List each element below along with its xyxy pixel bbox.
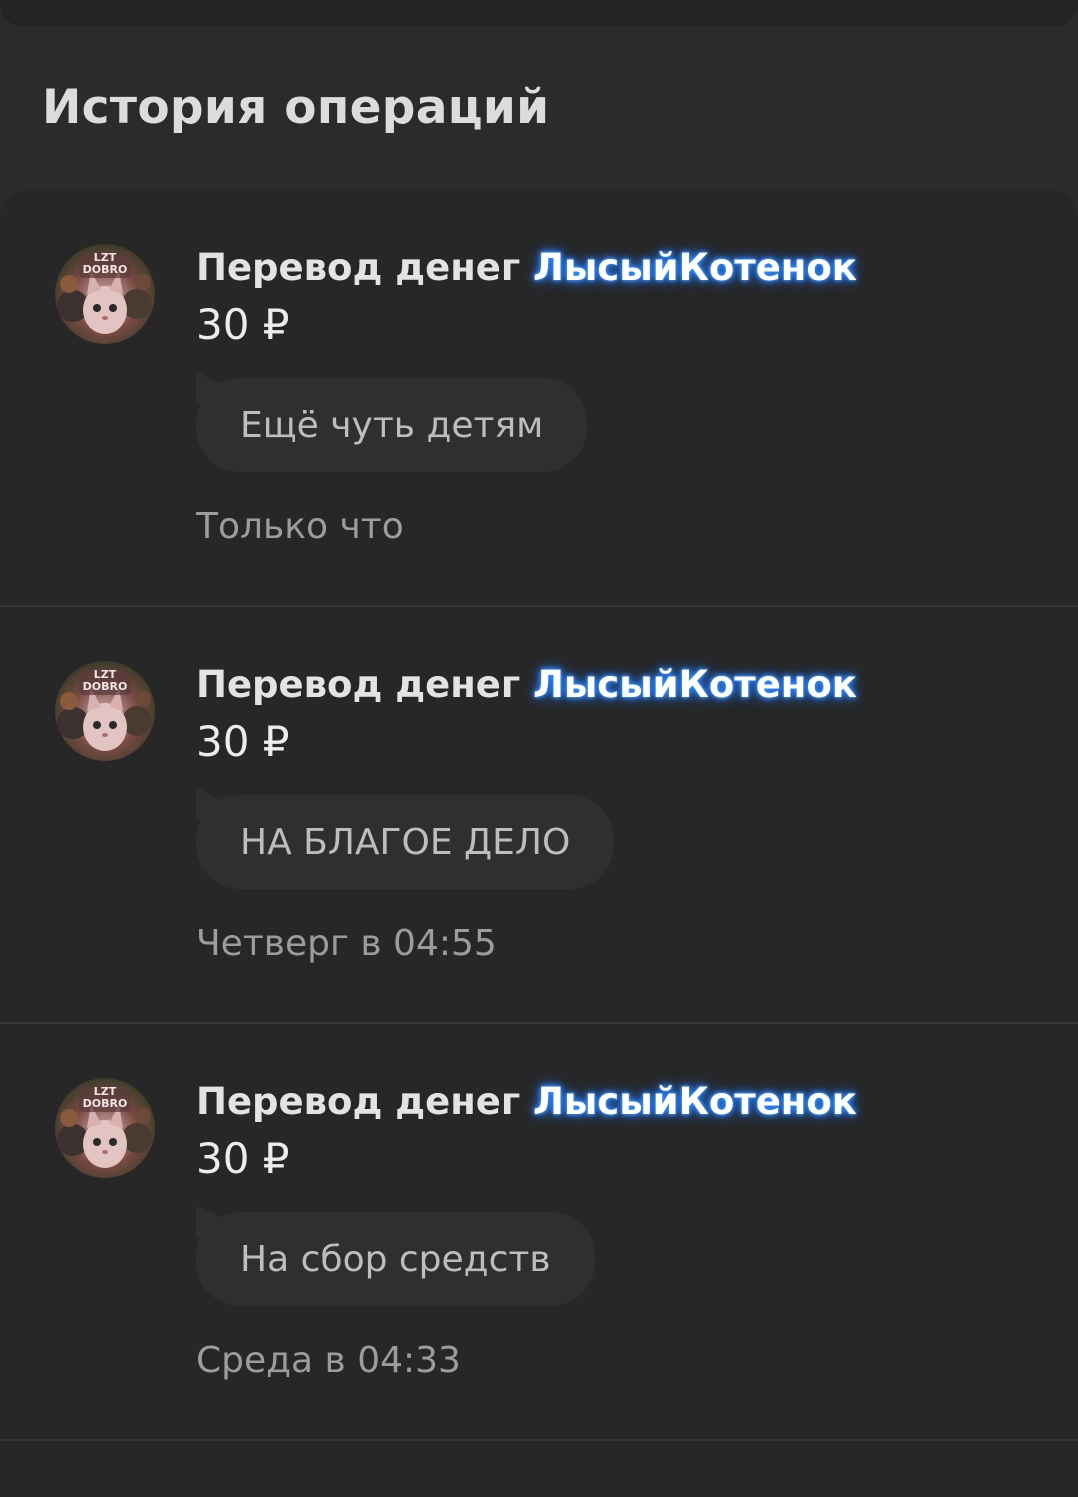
operation-item[interactable]: LZT DOBRO Перевод денег ЛысыйКотенок 30 … <box>0 190 1078 607</box>
section-title: История операций <box>42 80 550 135</box>
avatar-logo-text: LZT DOBRO <box>82 251 128 276</box>
operation-time: Среда в 04:33 <box>196 1340 461 1381</box>
avatar-logo-text: LZT DOBRO <box>82 1085 128 1110</box>
avatar-logo-text: LZT DOBRO <box>82 668 128 693</box>
operation-type: Перевод денег <box>196 246 521 289</box>
operation-time: Четверг в 04:55 <box>196 923 497 964</box>
operation-title: Перевод денег ЛысыйКотенок <box>196 246 857 289</box>
operation-comment: На сбор средств <box>196 1212 595 1306</box>
operations-list: LZT DOBRO Перевод денег ЛысыйКотенок 30 … <box>0 190 1078 1497</box>
avatar[interactable]: LZT DOBRO <box>55 244 155 344</box>
operation-title: Перевод денег ЛысыйКотенок <box>196 1080 857 1123</box>
operation-comment: НА БЛАГОЕ ДЕЛО <box>196 795 615 889</box>
operation-title: Перевод денег ЛысыйКотенок <box>196 663 857 706</box>
username-link[interactable]: ЛысыйКотенок <box>533 1080 857 1123</box>
operation-amount: 30 ₽ <box>196 1134 290 1183</box>
avatar[interactable]: LZT DOBRO <box>55 1078 155 1178</box>
operation-amount: 30 ₽ <box>196 717 290 766</box>
username-link[interactable]: ЛысыйКотенок <box>533 663 857 706</box>
comment-text: На сбор средств <box>240 1238 551 1280</box>
comment-text: Ещё чуть детям <box>240 404 544 446</box>
username-link[interactable]: ЛысыйКотенок <box>533 246 857 289</box>
operation-type: Перевод денег <box>196 1080 521 1123</box>
operation-comment: Ещё чуть детям <box>196 378 588 472</box>
comment-text: НА БЛАГОЕ ДЕЛО <box>240 821 571 863</box>
operation-type: Перевод денег <box>196 663 521 706</box>
previous-card <box>0 0 1078 26</box>
operation-item[interactable]: LZT DOBRO Перевод денег ЛысыйКотенок 30 … <box>0 1024 1078 1441</box>
operation-item[interactable]: LZT DOBRO Перевод денег ЛысыйКотенок 30 … <box>0 607 1078 1024</box>
operation-time: Только что <box>196 506 404 547</box>
operation-amount: 30 ₽ <box>196 300 290 349</box>
avatar[interactable]: LZT DOBRO <box>55 661 155 761</box>
